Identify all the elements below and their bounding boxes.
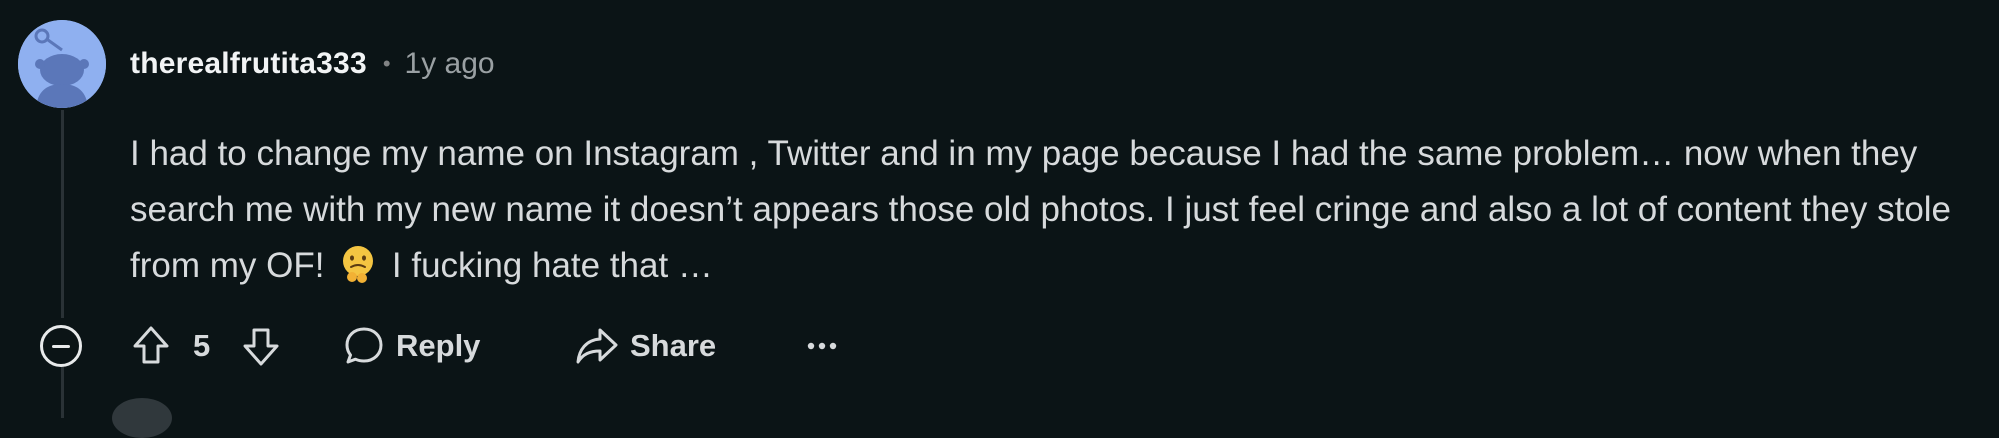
upvote-arrow-icon	[133, 326, 169, 364]
meta-separator: •	[382, 51, 391, 76]
reply-avatar-peek	[112, 398, 172, 438]
vote-score: 5	[193, 328, 211, 363]
comment-text-part2: I fucking hate that …	[391, 246, 713, 285]
share-label: Share	[630, 328, 717, 363]
comment-bubble-icon	[345, 327, 383, 364]
collapse-minus-icon	[52, 344, 70, 348]
timestamp[interactable]: 1y ago	[405, 47, 495, 81]
thread-line	[61, 110, 64, 318]
downvote-button[interactable]	[238, 322, 284, 370]
more-options-icon	[807, 342, 837, 350]
face-holding-back-tears-emoji-icon	[338, 243, 378, 283]
more-options-button[interactable]	[800, 322, 844, 370]
reply-button[interactable]: Reply	[342, 322, 480, 370]
username-link[interactable]: therealfrutita333	[130, 47, 367, 81]
comment-actions: 5 Reply Share	[0, 318, 1000, 374]
downvote-arrow-icon	[243, 328, 279, 366]
share-button[interactable]: Share	[574, 322, 716, 370]
collapse-button[interactable]	[40, 325, 82, 367]
comment-body: I had to change my name on Instagram , T…	[130, 126, 1990, 294]
share-arrow-icon	[576, 328, 618, 364]
snoo-avatar-icon	[18, 20, 106, 108]
comment-meta: therealfrutita333 • 1y ago	[130, 44, 495, 84]
upvote-button[interactable]	[128, 322, 174, 370]
avatar[interactable]	[18, 20, 106, 108]
reply-label: Reply	[396, 328, 481, 363]
